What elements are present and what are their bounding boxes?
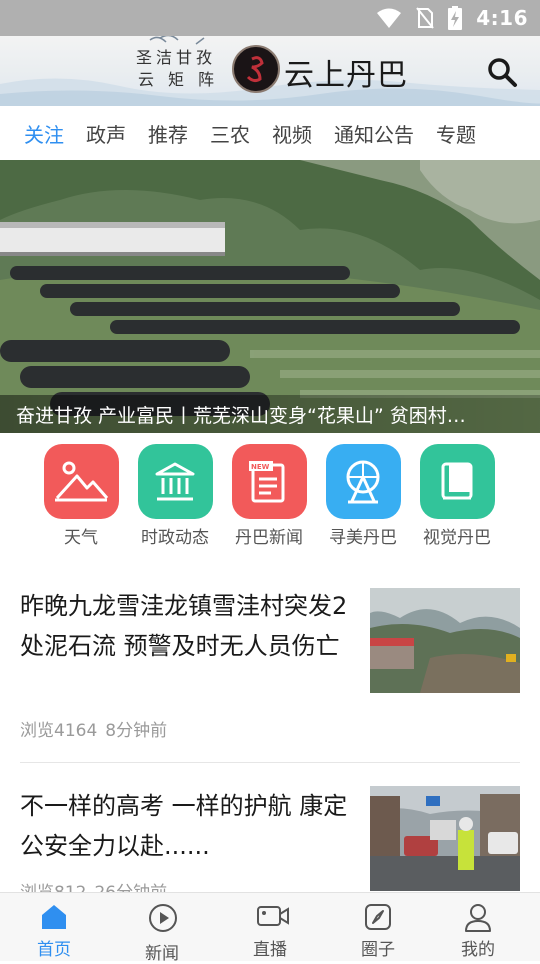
quick-link-label: 丹巴新闻 bbox=[235, 528, 303, 548]
nav-label: 我的 bbox=[461, 940, 495, 960]
quick-link-weather[interactable]: 天气 bbox=[34, 444, 128, 548]
quick-link-danba-news[interactable]: NEW 丹巴新闻 bbox=[222, 444, 316, 548]
tab-shipin[interactable]: 视频 bbox=[272, 119, 312, 148]
app-logo bbox=[232, 45, 280, 93]
nav-profile[interactable]: 我的 bbox=[428, 893, 528, 961]
hero-image bbox=[0, 160, 540, 433]
government-building-icon bbox=[137, 444, 213, 519]
quick-link-label: 视觉丹巴 bbox=[423, 528, 491, 548]
quick-link-explore-danba[interactable]: 寻美丹巴 bbox=[316, 444, 410, 548]
search-icon[interactable] bbox=[484, 54, 520, 90]
tab-sannong[interactable]: 三农 bbox=[210, 119, 250, 148]
nav-news[interactable]: 新闻 bbox=[112, 893, 212, 964]
quick-links: 天气 时政动态 NEW 丹巴新闻 寻美丹巴 视觉丹巴 bbox=[0, 444, 540, 554]
bottom-navigation: 首页 新闻 直播 圈子 我的 bbox=[0, 892, 540, 964]
hero-banner[interactable] bbox=[0, 160, 540, 433]
tab-zhuanti[interactable]: 专题 bbox=[436, 119, 476, 148]
sim-off-icon bbox=[416, 7, 435, 29]
header-motto: 圣洁甘孜 云矩阵 bbox=[136, 47, 228, 91]
nav-home[interactable]: 首页 bbox=[4, 893, 104, 961]
news-views: 浏览4164 bbox=[20, 721, 98, 741]
news-thumbnail bbox=[370, 588, 520, 693]
nav-live[interactable]: 直播 bbox=[220, 893, 320, 961]
nav-circle[interactable]: 圈子 bbox=[328, 893, 428, 961]
news-time: 8分钟前 bbox=[105, 721, 168, 741]
quick-link-label: 天气 bbox=[64, 528, 98, 548]
header-banner: 圣洁甘孜 云矩阵 云上丹巴 bbox=[0, 36, 540, 106]
news-meta: 浏览4164 8分钟前 bbox=[20, 716, 167, 741]
status-time: 4:16 bbox=[476, 6, 528, 30]
news-thumbnail bbox=[370, 786, 520, 891]
tab-tuijian[interactable]: 推荐 bbox=[148, 119, 188, 148]
news-title: 不一样的高考 一样的护航 康定公安全力以赴...... bbox=[20, 792, 348, 860]
ferris-wheel-icon bbox=[325, 444, 401, 519]
tab-zhengsheng[interactable]: 政声 bbox=[86, 119, 126, 148]
quick-link-politics[interactable]: 时政动态 bbox=[128, 444, 222, 548]
hero-caption-bar[interactable]: 奋进甘孜 产业富民丨荒芜深山变身“花果山” 贫困村… bbox=[0, 395, 540, 433]
news-paper-icon: NEW bbox=[231, 444, 307, 519]
tab-guanzhu[interactable]: 关注 bbox=[24, 119, 64, 148]
user-icon bbox=[465, 904, 491, 932]
play-circle-icon bbox=[149, 904, 177, 932]
app-title: 云上丹巴 bbox=[284, 58, 408, 93]
news-title: 昨晚九龙雪洼龙镇雪洼村突发2处泥石流 预警及时无人员伤亡 bbox=[20, 592, 348, 660]
motto-line-2: 云矩阵 bbox=[138, 70, 229, 89]
category-tabs: 关注 政声 推荐 三农 视频 通知公告 专题 bbox=[0, 106, 540, 160]
home-icon bbox=[42, 905, 66, 929]
nav-label: 首页 bbox=[37, 940, 71, 960]
battery-charging-icon bbox=[448, 6, 463, 30]
nav-label: 新闻 bbox=[145, 944, 179, 964]
nav-label: 圈子 bbox=[361, 940, 395, 960]
tab-tongzhi-gonggao[interactable]: 通知公告 bbox=[334, 119, 414, 148]
compass-icon bbox=[365, 904, 391, 930]
weather-mountain-icon bbox=[43, 444, 119, 519]
quick-link-label: 时政动态 bbox=[141, 528, 209, 548]
hero-caption: 奋进甘孜 产业富民丨荒芜深山变身“花果山” 贫困村… bbox=[16, 405, 466, 427]
nav-label: 直播 bbox=[253, 940, 287, 960]
motto-line-1: 圣洁甘孜 bbox=[136, 48, 217, 67]
quick-link-visual-danba[interactable]: 视觉丹巴 bbox=[410, 444, 504, 548]
book-icon bbox=[419, 444, 495, 519]
video-camera-icon bbox=[257, 906, 289, 926]
news-item[interactable]: 不一样的高考 一样的护航 康定公安全力以赴...... 浏览81226分钟前 bbox=[20, 786, 520, 903]
status-bar: 4:16 bbox=[0, 0, 540, 36]
quick-link-label: 寻美丹巴 bbox=[329, 528, 397, 548]
svg-text:NEW: NEW bbox=[251, 463, 270, 471]
wifi-icon bbox=[377, 8, 402, 28]
divider bbox=[20, 762, 520, 763]
news-item[interactable]: 昨晚九龙雪洼龙镇雪洼村突发2处泥石流 预警及时无人员伤亡 浏览4164 8分钟前 bbox=[20, 586, 520, 746]
